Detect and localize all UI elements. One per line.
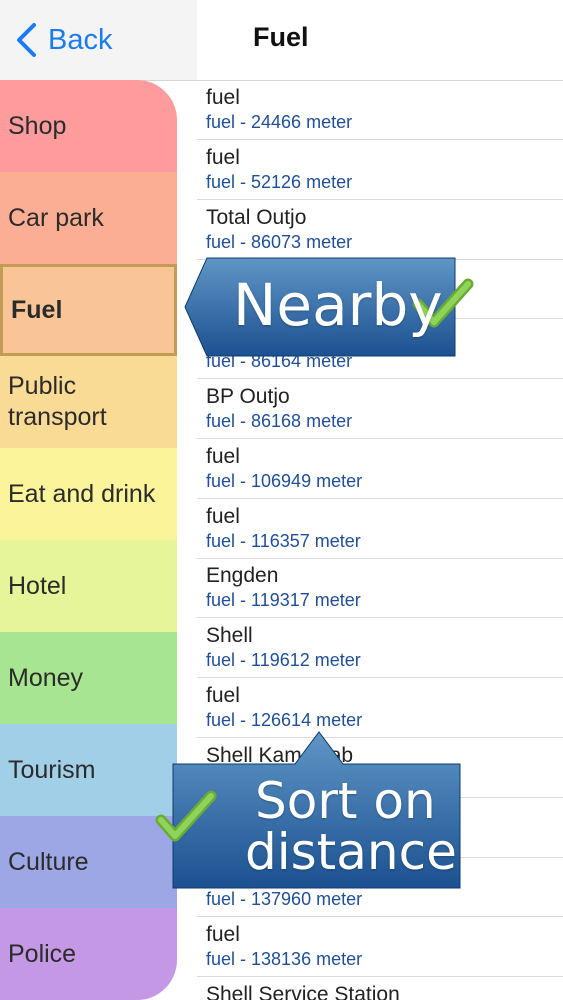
list-item-name: fuel <box>206 923 240 947</box>
sidebar-item-label: Money <box>8 663 84 692</box>
sort-label-line2: distance <box>245 823 457 881</box>
list-item[interactable]: fuel fuel - 24466 meter <box>197 80 563 140</box>
sidebar-item-tourism[interactable]: Tourism <box>0 724 177 816</box>
sidebar-item-police[interactable]: Police <box>0 908 177 1000</box>
list-item-distance: fuel - 126614 meter <box>206 710 363 730</box>
sidebar-item-label: Public transport <box>8 372 107 431</box>
sort-callout: Sort on distance <box>155 730 465 890</box>
list-item-distance: fuel - 52126 meter <box>206 171 353 192</box>
back-button[interactable]: Back <box>12 22 112 58</box>
list-item[interactable]: fuel fuel - 106949 meter <box>197 439 563 499</box>
list-item[interactable]: fuel fuel - 52126 meter <box>197 140 563 200</box>
list-item-distance: fuel - 138136 meter <box>206 949 363 970</box>
sidebar-item-label: Hotel <box>8 571 67 600</box>
list-item[interactable]: Shell fuel - 119612 meter <box>197 618 563 679</box>
sidebar-item-label: Tourism <box>8 755 96 784</box>
list-item[interactable]: BP Outjo fuel - 86168 meter <box>197 379 563 439</box>
list-item-name: fuel <box>206 684 240 707</box>
sidebar-item-car-park[interactable]: Car park <box>0 172 177 264</box>
list-item-name: Total Outjo <box>206 205 307 229</box>
sidebar-item-public-transport[interactable]: Public transport <box>0 356 177 448</box>
list-item-distance: fuel - 119317 meter <box>206 590 361 611</box>
list-item-name: Shell Service Station <box>206 983 400 1000</box>
sidebar-item-label: Eat and drink <box>8 479 156 508</box>
list-item-name: Engden <box>206 564 279 588</box>
sidebar-item-culture[interactable]: Culture <box>0 816 177 908</box>
navigation-bar: Back Fuel <box>0 0 563 81</box>
list-item[interactable]: Shell Service Station <box>197 977 563 1000</box>
sidebar-item-eat-and-drink[interactable]: Eat and drink <box>0 448 177 540</box>
sidebar-item-hotel[interactable]: Hotel <box>0 540 177 632</box>
category-sidebar: Shop Car park Fuel Public transport Eat and … <box>0 80 177 1000</box>
page-title: Fuel <box>253 22 309 52</box>
sidebar-item-fuel[interactable]: Fuel <box>0 264 177 356</box>
list-item-distance: fuel - 86168 meter <box>206 411 353 431</box>
sidebar-item-label: Culture <box>8 847 89 876</box>
list-item-distance: fuel - 137960 meter <box>206 889 363 910</box>
list-item[interactable]: fuel fuel - 116357 meter <box>197 499 563 559</box>
sidebar-item-label: Police <box>8 939 77 968</box>
nearby-label: Nearby <box>233 271 443 339</box>
list-item[interactable]: fuel fuel - 138136 meter <box>197 917 563 978</box>
list-item[interactable]: Total Outjo fuel - 86073 meter <box>197 200 563 260</box>
list-item-name: Shell <box>206 624 253 648</box>
list-item-name: fuel <box>206 444 240 468</box>
list-item-distance: fuel - 119612 meter <box>206 650 361 671</box>
list-item-name: fuel <box>206 86 240 109</box>
chevron-left-icon <box>17 23 36 57</box>
list-item-distance: fuel - 106949 meter <box>206 470 363 491</box>
back-label: Back <box>48 23 113 56</box>
list-item-name: BP Outjo <box>206 385 290 408</box>
nearby-callout: Nearby <box>184 256 475 358</box>
list-item[interactable]: Engden fuel - 119317 meter <box>197 558 563 619</box>
list-item-name: fuel <box>206 504 240 528</box>
list-item-distance: fuel - 86073 meter <box>206 231 353 252</box>
sort-label-line1: Sort on <box>255 772 436 830</box>
sidebar-item-money[interactable]: Money <box>0 632 177 724</box>
list-item[interactable]: fuel fuel - 126614 meter <box>197 678 563 738</box>
list-item-distance: fuel - 24466 meter <box>206 112 353 132</box>
sidebar-item-shop[interactable]: Shop <box>0 80 177 172</box>
sidebar-item-label: Car park <box>8 203 104 232</box>
list-item-name: fuel <box>206 145 240 169</box>
sidebar-item-label: Shop <box>8 111 67 140</box>
list-item-distance: fuel - 116357 meter <box>206 530 361 551</box>
sidebar-item-label: Fuel <box>11 295 63 324</box>
